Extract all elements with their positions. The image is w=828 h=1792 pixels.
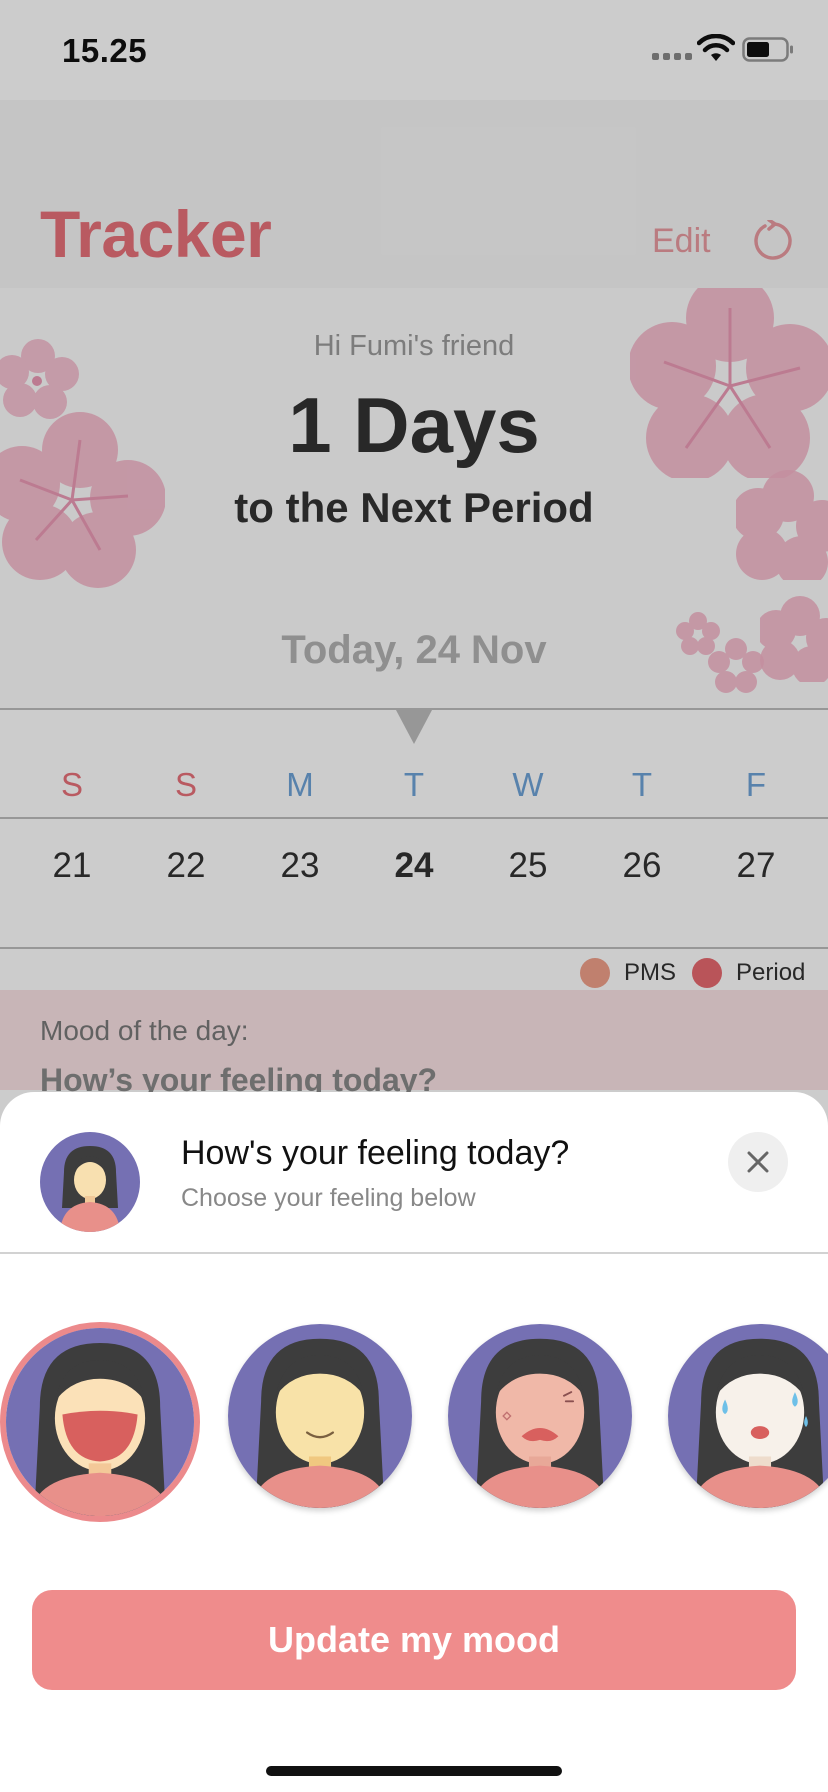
app-screen: 15.25 Tracker Edit Hi Fumi's friend 1 Da…	[0, 0, 828, 1792]
upset-face-icon	[448, 1324, 632, 1508]
mood-option-crying[interactable]	[668, 1324, 828, 1508]
avatar	[40, 1132, 140, 1232]
home-indicator[interactable]	[266, 1766, 562, 1776]
mood-option-laughing[interactable]	[0, 1322, 200, 1522]
mood-picker-sheet: How's your feeling today? Choose your fe…	[0, 1092, 828, 1792]
sheet-divider	[0, 1252, 828, 1254]
crying-face-icon	[668, 1324, 828, 1508]
update-mood-button[interactable]: Update my mood	[32, 1590, 796, 1690]
mood-option-smiling[interactable]	[228, 1324, 412, 1508]
laughing-face-icon	[6, 1328, 194, 1516]
smiling-face-icon	[228, 1324, 412, 1508]
sheet-subtitle: Choose your feeling below	[181, 1184, 476, 1212]
mood-option-upset[interactable]	[448, 1324, 632, 1508]
close-button[interactable]	[728, 1132, 788, 1192]
sheet-title: How's your feeling today?	[181, 1134, 570, 1172]
close-icon	[747, 1151, 769, 1173]
